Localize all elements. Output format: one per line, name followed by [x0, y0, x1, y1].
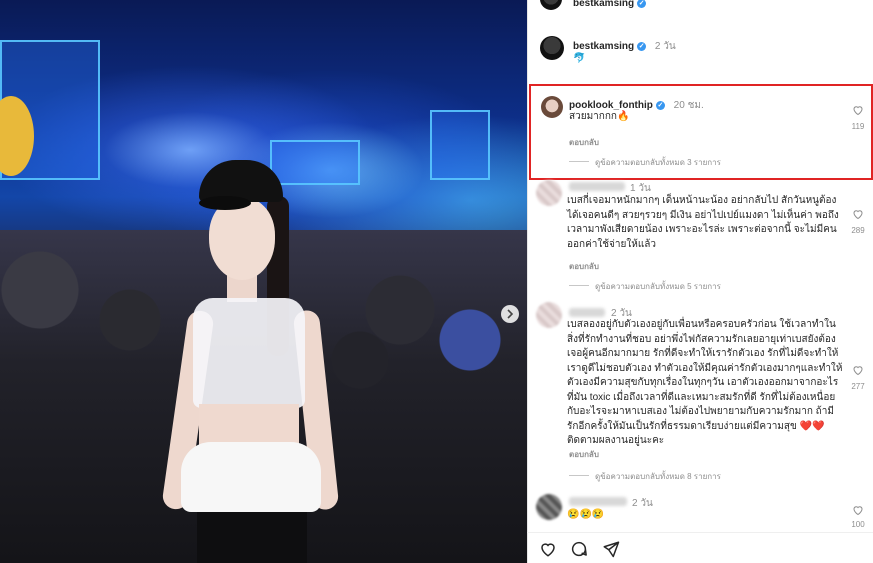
- heart-outline-icon[interactable]: [539, 540, 557, 558]
- heart-icon[interactable]: [852, 504, 864, 516]
- blurred-username: [569, 308, 605, 317]
- view-replies-button[interactable]: ดูข้อความตอบกลับทั้งหมด 8 รายการ: [569, 470, 721, 483]
- header-username[interactable]: bestkamsing ✓: [573, 0, 647, 9]
- comment-text: เบสกี่เจอมาหนักมากๆ เด็นหน้านะน้อง อย่าก…: [567, 195, 839, 250]
- verified-badge-icon: ✓: [637, 0, 647, 8]
- verified-badge-icon: ✓: [637, 42, 647, 51]
- comment-avatar[interactable]: [536, 180, 562, 206]
- next-photo-icon[interactable]: [500, 304, 520, 324]
- speech-bubble-icon[interactable]: [570, 540, 588, 558]
- paper-plane-icon[interactable]: [602, 540, 620, 558]
- comment-time: 20 ชม.: [673, 100, 704, 111]
- heart-icon[interactable]: [852, 364, 864, 376]
- comment-text: สวยมากกก🔥: [569, 111, 630, 122]
- action-bar-divider: [527, 532, 873, 533]
- view-replies-button[interactable]: ดูข้อความตอบกลับทั้งหมด 5 รายการ: [569, 280, 721, 293]
- post-actions: [539, 540, 629, 563]
- like-count: 100: [851, 520, 865, 529]
- reply-button[interactable]: ตอบกลับ: [569, 260, 599, 273]
- comment-avatar[interactable]: [536, 302, 562, 328]
- comment-avatar[interactable]: [536, 494, 562, 520]
- woman-in-photo: [161, 160, 360, 563]
- comment-text: เบสลองอยู่กับตัวเองอยู่กับเพื่อนหรือครอบ…: [567, 319, 843, 446]
- caption-text: 🐬: [573, 53, 586, 64]
- view-replies-button[interactable]: ดูข้อความตอบกลับทั้งหมด 3 รายการ: [569, 156, 721, 169]
- comment-time: 2 วัน: [632, 498, 653, 509]
- heart-icon[interactable]: [852, 208, 864, 220]
- verified-badge-icon: ✓: [655, 101, 665, 110]
- like-count: 277: [851, 382, 865, 391]
- post-photo[interactable]: [0, 0, 527, 563]
- stage-screen-right: [430, 110, 490, 180]
- reply-button[interactable]: ตอบกลับ: [569, 136, 599, 149]
- comment-avatar[interactable]: [541, 96, 563, 118]
- blurred-username: [569, 182, 625, 191]
- comment-text: 😢😢😢: [567, 509, 605, 520]
- blurred-username: [569, 497, 627, 506]
- heart-icon[interactable]: [852, 104, 864, 116]
- caption-username[interactable]: bestkamsing ✓ 2 วัน: [573, 39, 676, 54]
- caption-time: 2 วัน: [654, 41, 676, 52]
- like-count: 119: [851, 122, 865, 131]
- like-count: 289: [851, 226, 865, 235]
- reply-button[interactable]: ตอบกลับ: [569, 448, 599, 461]
- caption-avatar[interactable]: [540, 36, 564, 60]
- black-cap: [199, 160, 283, 202]
